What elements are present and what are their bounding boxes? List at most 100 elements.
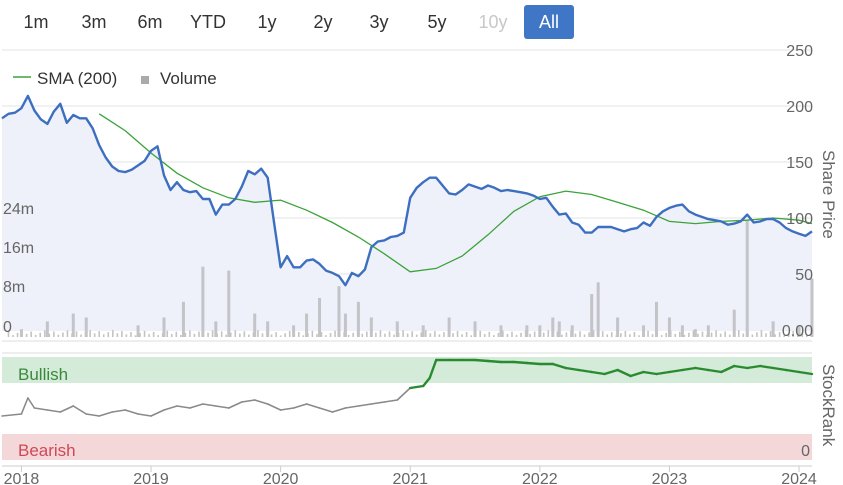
x-tick-label: 2019 xyxy=(133,471,169,485)
volume-bar xyxy=(493,335,495,337)
stockrank-line-segment xyxy=(27,397,36,409)
volume-bar xyxy=(447,335,450,337)
volume-bar xyxy=(692,330,695,337)
volume-bar xyxy=(379,330,382,337)
stockrank-line-segment xyxy=(370,401,386,405)
volume-bar xyxy=(693,329,697,337)
volume-bar xyxy=(429,333,432,337)
volume-bar xyxy=(139,333,141,337)
volume-bar xyxy=(529,333,531,337)
volume-bar xyxy=(556,331,559,337)
volume-bar xyxy=(470,335,472,337)
volume-bar xyxy=(175,331,178,337)
stockrank-line-segment xyxy=(383,399,399,403)
price-axis-title: Share Price xyxy=(819,150,838,239)
volume-bar xyxy=(656,331,658,337)
stockrank-line-segment xyxy=(189,403,204,409)
x-tick-label: 2020 xyxy=(263,471,299,485)
volume-bar xyxy=(590,294,594,337)
volume-bar xyxy=(669,330,672,337)
x-tick-label: 2022 xyxy=(522,471,558,485)
volume-bar xyxy=(601,331,604,337)
volume-bar xyxy=(388,331,391,337)
volume-bar xyxy=(660,335,663,337)
volume-bar xyxy=(701,331,704,337)
volume-bar xyxy=(742,333,745,337)
stockrank-line-segment xyxy=(85,413,100,417)
volume-bar xyxy=(771,321,775,337)
stockrank-line-segment xyxy=(344,405,360,409)
volume-bar xyxy=(320,331,323,337)
volume-bar xyxy=(62,332,64,337)
volume-bar xyxy=(710,332,713,337)
volume-bar xyxy=(16,332,19,337)
stockrank-line-segment xyxy=(98,411,113,417)
volume-bar xyxy=(588,332,590,337)
volume-bar xyxy=(352,332,355,337)
sma-legend-label: SMA (200) xyxy=(37,69,117,88)
volume-bar xyxy=(557,321,561,337)
x-tick-label: 2021 xyxy=(392,471,428,485)
volume-bar xyxy=(207,332,209,337)
volume-bar xyxy=(574,333,577,337)
volume-bar xyxy=(98,331,100,337)
stockrank-line-segment xyxy=(150,409,165,417)
volume-bar xyxy=(402,330,404,337)
volume-bar xyxy=(157,335,159,337)
stockrank-line-segment xyxy=(215,405,230,409)
volume-bar xyxy=(193,333,196,337)
volume-bar xyxy=(121,331,123,337)
volume-bar xyxy=(665,332,667,337)
volume-bar xyxy=(48,333,51,337)
volume-bar xyxy=(347,334,350,337)
volume-bar xyxy=(181,301,185,337)
volume-bar xyxy=(651,334,654,337)
volume-tick-label: 8m xyxy=(3,279,25,296)
volume-bar xyxy=(266,331,268,337)
price-tick-label: 250 xyxy=(786,43,813,60)
stockrank-line-segment xyxy=(202,403,217,407)
volume-bar xyxy=(615,335,618,337)
volume-bar xyxy=(143,330,146,337)
volume-bar xyxy=(447,317,451,337)
stockrank-line-segment xyxy=(305,403,321,409)
volume-bar xyxy=(570,330,572,337)
volume-bar xyxy=(552,333,554,337)
volume-bar xyxy=(202,334,205,337)
volume-bar xyxy=(45,321,49,337)
stockrank-line-segment xyxy=(72,405,87,415)
stockrank-line-segment xyxy=(473,358,490,363)
volume-bar xyxy=(325,335,327,337)
volume-bar xyxy=(465,332,468,337)
stockrank-axis-title: StockRank xyxy=(819,364,838,447)
volume-bar xyxy=(706,334,708,337)
volume-bar xyxy=(765,333,767,337)
price-tick-label: 0.00 xyxy=(782,323,813,340)
volume-bar xyxy=(307,333,309,337)
x-tick-label: 2023 xyxy=(652,471,688,485)
volume-bar xyxy=(71,313,75,337)
volume-bar xyxy=(329,332,332,337)
volume-bar xyxy=(592,330,595,337)
volume-bar xyxy=(579,331,581,337)
stockrank-line-segment xyxy=(512,360,529,365)
volume-bar xyxy=(733,332,736,337)
volume-bar xyxy=(229,332,232,337)
volume-bar xyxy=(216,333,218,337)
volume-bar xyxy=(302,335,305,337)
volume-bar xyxy=(71,333,73,337)
volume-bar xyxy=(680,325,684,337)
volume-bar xyxy=(261,333,264,337)
volume-bar xyxy=(511,331,513,337)
volume-bar xyxy=(520,332,522,337)
volume-bar xyxy=(107,332,110,337)
volume-bar xyxy=(184,332,187,337)
volume-bar xyxy=(533,331,536,337)
bullish-label: Bullish xyxy=(18,365,68,384)
volume-bar xyxy=(624,330,627,337)
volume-bar xyxy=(356,330,359,337)
volume-bar xyxy=(606,334,609,337)
volume-bar xyxy=(316,334,318,337)
volume-bar xyxy=(642,333,645,337)
volume-bar xyxy=(170,333,173,337)
